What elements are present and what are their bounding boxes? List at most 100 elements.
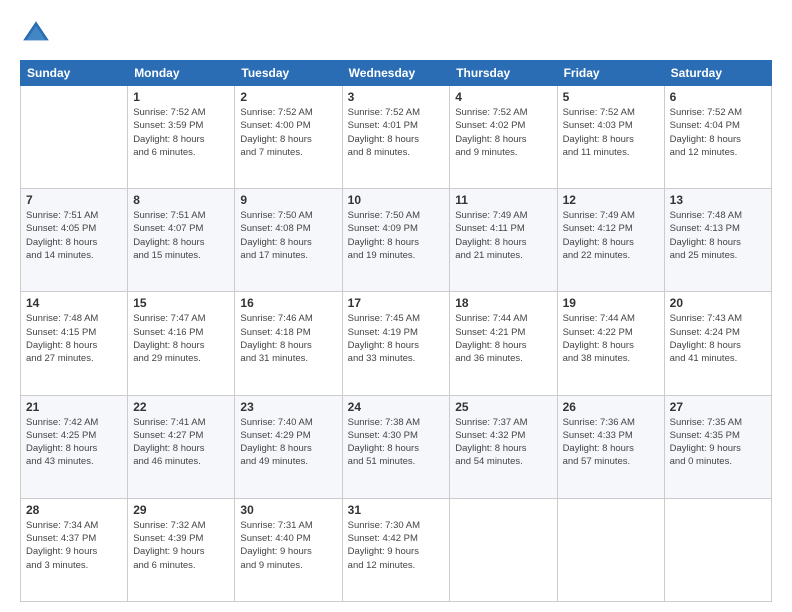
day-number: 22 (133, 400, 229, 414)
col-header-wednesday: Wednesday (342, 61, 450, 86)
day-cell: 24 Sunrise: 7:38 AM Sunset: 4:30 PM Dayli… (342, 395, 450, 498)
day-cell: 13 Sunrise: 7:48 AM Sunset: 4:13 PM Dayli… (664, 189, 771, 292)
week-row-4: 21 Sunrise: 7:42 AM Sunset: 4:25 PM Dayli… (21, 395, 772, 498)
week-row-1: 1Sunrise: 7:52 AM Sunset: 3:59 PM Daylig… (21, 86, 772, 189)
day-info: Sunrise: 7:48 AM Sunset: 4:15 PM Dayligh… (26, 312, 122, 365)
day-cell: 22 Sunrise: 7:41 AM Sunset: 4:27 PM Dayli… (128, 395, 235, 498)
day-info: Sunrise: 7:45 AM Sunset: 4:19 PM Dayligh… (348, 312, 445, 365)
day-number: 9 (240, 193, 336, 207)
day-number: 2 (240, 90, 336, 104)
day-cell: 28 Sunrise: 7:34 AM Sunset: 4:37 PM Dayli… (21, 498, 128, 601)
day-number: 26 (563, 400, 659, 414)
day-cell: 4 Sunrise: 7:52 AM Sunset: 4:02 PM Daylig… (450, 86, 557, 189)
day-number: 4 (455, 90, 551, 104)
col-header-tuesday: Tuesday (235, 61, 342, 86)
day-info: Sunrise: 7:50 AM Sunset: 4:08 PM Dayligh… (240, 209, 336, 262)
logo-icon (20, 18, 52, 50)
day-cell: 20 Sunrise: 7:43 AM Sunset: 4:24 PM Dayli… (664, 292, 771, 395)
day-number: 31 (348, 503, 445, 517)
col-header-monday: Monday (128, 61, 235, 86)
day-number: 19 (563, 296, 659, 310)
day-number: 21 (26, 400, 122, 414)
day-cell: 8 Sunrise: 7:51 AM Sunset: 4:07 PM Daylig… (128, 189, 235, 292)
day-number: 27 (670, 400, 766, 414)
day-number: 23 (240, 400, 336, 414)
day-info: Sunrise: 7:32 AM Sunset: 4:39 PM Dayligh… (133, 519, 229, 572)
day-cell: 29 Sunrise: 7:32 AM Sunset: 4:39 PM Dayli… (128, 498, 235, 601)
day-number: 12 (563, 193, 659, 207)
day-cell: 19Sunrise: 7:44 AM Sunset: 4:22 PM Dayli… (557, 292, 664, 395)
day-info: Sunrise: 7:37 AM Sunset: 4:32 PM Dayligh… (455, 416, 551, 469)
day-cell (557, 498, 664, 601)
day-info: Sunrise: 7:46 AM Sunset: 4:18 PM Dayligh… (240, 312, 336, 365)
day-info: Sunrise: 7:43 AM Sunset: 4:24 PM Dayligh… (670, 312, 766, 365)
day-info: Sunrise: 7:31 AM Sunset: 4:40 PM Dayligh… (240, 519, 336, 572)
day-info: Sunrise: 7:47 AM Sunset: 4:16 PM Dayligh… (133, 312, 229, 365)
day-cell: 21 Sunrise: 7:42 AM Sunset: 4:25 PM Dayli… (21, 395, 128, 498)
day-number: 8 (133, 193, 229, 207)
day-number: 17 (348, 296, 445, 310)
day-cell: 25 Sunrise: 7:37 AM Sunset: 4:32 PM Dayli… (450, 395, 557, 498)
day-info: Sunrise: 7:52 AM Sunset: 4:03 PM Dayligh… (563, 106, 659, 159)
week-row-2: 7 Sunrise: 7:51 AM Sunset: 4:05 PM Daylig… (21, 189, 772, 292)
day-cell (450, 498, 557, 601)
day-info: Sunrise: 7:35 AM Sunset: 4:35 PM Dayligh… (670, 416, 766, 469)
day-cell: 12 Sunrise: 7:49 AM Sunset: 4:12 PM Dayli… (557, 189, 664, 292)
day-number: 7 (26, 193, 122, 207)
day-info: Sunrise: 7:34 AM Sunset: 4:37 PM Dayligh… (26, 519, 122, 572)
day-cell: 9 Sunrise: 7:50 AM Sunset: 4:08 PM Daylig… (235, 189, 342, 292)
day-cell: 6Sunrise: 7:52 AM Sunset: 4:04 PM Daylig… (664, 86, 771, 189)
day-info: Sunrise: 7:48 AM Sunset: 4:13 PM Dayligh… (670, 209, 766, 262)
day-number: 16 (240, 296, 336, 310)
col-header-sunday: Sunday (21, 61, 128, 86)
day-cell: 10 Sunrise: 7:50 AM Sunset: 4:09 PM Dayli… (342, 189, 450, 292)
day-number: 20 (670, 296, 766, 310)
day-cell: 14 Sunrise: 7:48 AM Sunset: 4:15 PM Dayli… (21, 292, 128, 395)
day-number: 10 (348, 193, 445, 207)
day-number: 29 (133, 503, 229, 517)
day-number: 14 (26, 296, 122, 310)
day-cell: 23 Sunrise: 7:40 AM Sunset: 4:29 PM Dayli… (235, 395, 342, 498)
day-number: 28 (26, 503, 122, 517)
day-cell: 11 Sunrise: 7:49 AM Sunset: 4:11 PM Dayli… (450, 189, 557, 292)
calendar-table: SundayMondayTuesdayWednesdayThursdayFrid… (20, 60, 772, 602)
day-info: Sunrise: 7:52 AM Sunset: 4:01 PM Dayligh… (348, 106, 445, 159)
day-info: Sunrise: 7:40 AM Sunset: 4:29 PM Dayligh… (240, 416, 336, 469)
day-info: Sunrise: 7:52 AM Sunset: 3:59 PM Dayligh… (133, 106, 229, 159)
col-header-friday: Friday (557, 61, 664, 86)
day-cell: 3 Sunrise: 7:52 AM Sunset: 4:01 PM Daylig… (342, 86, 450, 189)
day-number: 13 (670, 193, 766, 207)
day-number: 5 (563, 90, 659, 104)
day-info: Sunrise: 7:51 AM Sunset: 4:05 PM Dayligh… (26, 209, 122, 262)
day-cell (21, 86, 128, 189)
week-row-3: 14 Sunrise: 7:48 AM Sunset: 4:15 PM Dayli… (21, 292, 772, 395)
day-number: 25 (455, 400, 551, 414)
day-cell: 16 Sunrise: 7:46 AM Sunset: 4:18 PM Dayli… (235, 292, 342, 395)
day-info: Sunrise: 7:52 AM Sunset: 4:02 PM Dayligh… (455, 106, 551, 159)
logo (20, 18, 56, 50)
day-info: Sunrise: 7:44 AM Sunset: 4:21 PM Dayligh… (455, 312, 551, 365)
header (20, 18, 772, 50)
day-number: 11 (455, 193, 551, 207)
day-cell: 26Sunrise: 7:36 AM Sunset: 4:33 PM Dayli… (557, 395, 664, 498)
day-cell: 18 Sunrise: 7:44 AM Sunset: 4:21 PM Dayli… (450, 292, 557, 395)
day-number: 18 (455, 296, 551, 310)
day-number: 3 (348, 90, 445, 104)
day-info: Sunrise: 7:30 AM Sunset: 4:42 PM Dayligh… (348, 519, 445, 572)
day-info: Sunrise: 7:49 AM Sunset: 4:12 PM Dayligh… (563, 209, 659, 262)
day-number: 24 (348, 400, 445, 414)
day-info: Sunrise: 7:41 AM Sunset: 4:27 PM Dayligh… (133, 416, 229, 469)
day-info: Sunrise: 7:51 AM Sunset: 4:07 PM Dayligh… (133, 209, 229, 262)
day-cell: 5 Sunrise: 7:52 AM Sunset: 4:03 PM Daylig… (557, 86, 664, 189)
day-cell (664, 498, 771, 601)
header-row: SundayMondayTuesdayWednesdayThursdayFrid… (21, 61, 772, 86)
week-row-5: 28 Sunrise: 7:34 AM Sunset: 4:37 PM Dayli… (21, 498, 772, 601)
col-header-saturday: Saturday (664, 61, 771, 86)
day-cell: 17 Sunrise: 7:45 AM Sunset: 4:19 PM Dayli… (342, 292, 450, 395)
col-header-thursday: Thursday (450, 61, 557, 86)
day-info: Sunrise: 7:50 AM Sunset: 4:09 PM Dayligh… (348, 209, 445, 262)
day-info: Sunrise: 7:38 AM Sunset: 4:30 PM Dayligh… (348, 416, 445, 469)
day-info: Sunrise: 7:52 AM Sunset: 4:04 PM Dayligh… (670, 106, 766, 159)
day-info: Sunrise: 7:42 AM Sunset: 4:25 PM Dayligh… (26, 416, 122, 469)
day-info: Sunrise: 7:49 AM Sunset: 4:11 PM Dayligh… (455, 209, 551, 262)
